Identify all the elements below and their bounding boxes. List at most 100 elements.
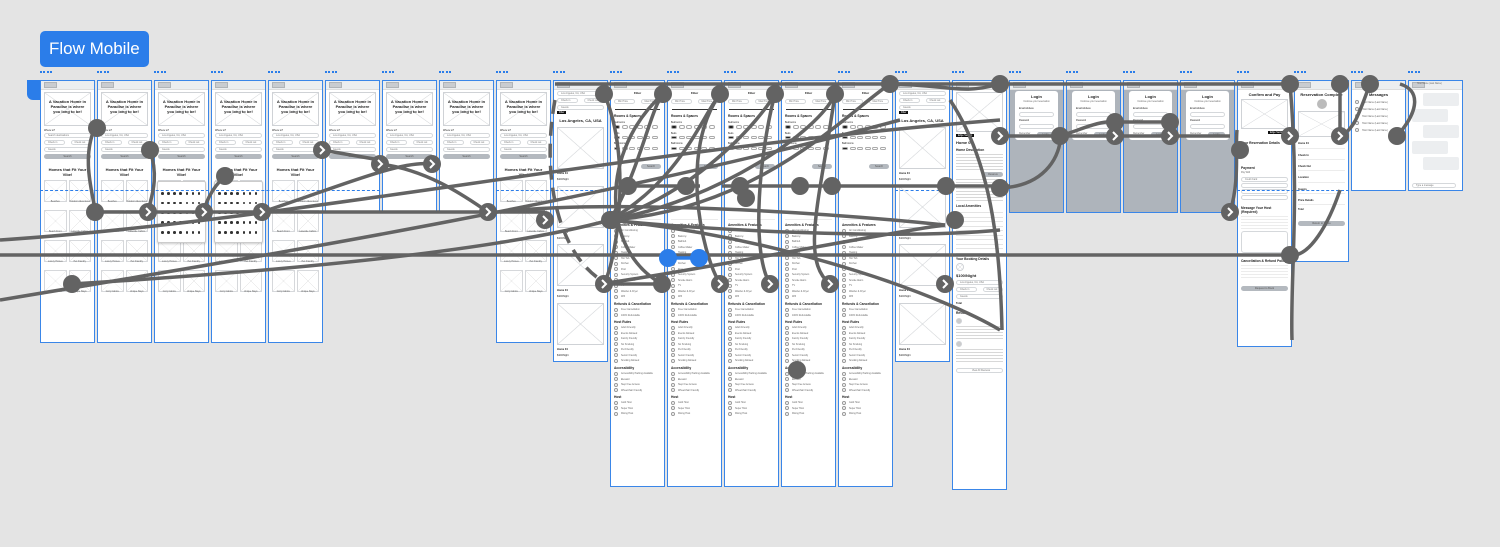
amenity-item[interactable]: Kitchen xyxy=(614,261,661,266)
calendar-day[interactable] xyxy=(236,221,239,224)
beds-option[interactable] xyxy=(864,135,871,140)
rule-item[interactable]: Adult Friendly xyxy=(728,325,775,330)
screen-messages[interactable]: Messages Host Name (Last Name) Host Name (… xyxy=(1351,80,1406,191)
category-card[interactable]: Beach Front xyxy=(101,209,124,233)
message-input[interactable]: Type a message xyxy=(1412,183,1456,188)
refund-item-checkbox[interactable] xyxy=(614,313,618,318)
calendar-day[interactable] xyxy=(197,201,201,205)
frame-menu-handle[interactable] xyxy=(1294,71,1306,74)
amenity-item[interactable]: Hot Tub xyxy=(785,256,832,261)
bathrooms-option[interactable] xyxy=(849,146,856,151)
calendar-day[interactable] xyxy=(236,231,239,234)
amenity-item[interactable]: Bathtub xyxy=(842,239,889,244)
amenity-item-checkbox[interactable] xyxy=(671,261,675,266)
calendar-day[interactable] xyxy=(218,192,221,195)
beds-option[interactable] xyxy=(849,135,856,140)
rule-item-checkbox[interactable] xyxy=(614,342,618,347)
view-all-reviews-button[interactable]: View All Reviews xyxy=(956,367,1003,373)
category-card[interactable]: Unique Stays xyxy=(524,269,547,293)
bathrooms-option[interactable] xyxy=(750,146,757,151)
amenity-item-checkbox[interactable] xyxy=(842,289,846,294)
amenity-item-checkbox[interactable] xyxy=(671,245,675,250)
calendar-day[interactable] xyxy=(173,211,176,215)
amenity-item-checkbox[interactable] xyxy=(842,283,846,288)
accessibility-item[interactable]: Accessibility Parking Available xyxy=(728,371,775,376)
host-item-checkbox[interactable] xyxy=(785,400,789,405)
screen-filter[interactable]: Filter Min Price Max Price Rooms & Spaces Be… xyxy=(724,80,779,487)
category-card[interactable]: Luxury Homes xyxy=(272,239,295,263)
rule-item-checkbox[interactable] xyxy=(671,353,675,358)
bathrooms-option[interactable] xyxy=(765,146,772,151)
host-item[interactable]: Super Host xyxy=(785,406,832,411)
category-card[interactable]: Pet Friendly xyxy=(125,239,148,263)
bedrooms-option[interactable] xyxy=(629,125,635,129)
bedrooms-selector[interactable] xyxy=(728,125,775,129)
filter-button[interactable]: Filter xyxy=(899,111,909,115)
frame-menu-handle[interactable] xyxy=(610,71,622,74)
amenity-item[interactable]: Kitchen xyxy=(671,261,718,266)
calendar-day[interactable] xyxy=(191,192,195,195)
category-card[interactable]: Unique Stays xyxy=(296,269,319,293)
refund-item[interactable]: 100% Refundable xyxy=(671,313,718,318)
calendar-day[interactable] xyxy=(254,231,258,234)
check-out-input[interactable]: Check out xyxy=(241,140,262,146)
location-field[interactable]: Los Angeles, CA, USA xyxy=(956,280,1003,286)
amenity-item-checkbox[interactable] xyxy=(842,294,846,299)
calendar-day[interactable] xyxy=(173,221,176,224)
amenity-item-checkbox[interactable] xyxy=(785,245,789,250)
apply-button[interactable]: Search xyxy=(641,164,661,170)
frame-menu-handle[interactable] xyxy=(895,71,907,74)
screen-home[interactable]: A Vacation Home in Paradise is where you… xyxy=(325,80,380,213)
beds-option[interactable] xyxy=(614,135,620,140)
rule-item-checkbox[interactable] xyxy=(728,342,732,347)
category-card[interactable]: Lakeside Cabins xyxy=(296,209,319,233)
screen-home[interactable]: A Vacation Home in Paradise is where you… xyxy=(211,80,266,343)
category-card[interactable]: Unique Stays xyxy=(182,269,205,293)
amenity-item[interactable]: Balcony xyxy=(728,234,775,239)
listing-image[interactable] xyxy=(899,127,946,170)
check-out-input[interactable]: Check out xyxy=(412,140,433,146)
rule-item-checkbox[interactable] xyxy=(671,347,675,352)
price-slider[interactable] xyxy=(615,108,660,110)
bathrooms-option[interactable] xyxy=(701,146,707,151)
amenity-item[interactable]: TV xyxy=(614,283,661,288)
amenity-item[interactable]: Air Conditioning xyxy=(614,228,661,233)
frame-menu-handle[interactable] xyxy=(40,71,52,74)
screen-home[interactable]: A Vacation Home in Paradise is where you… xyxy=(97,80,152,343)
frame-menu-handle[interactable] xyxy=(154,71,166,74)
amenity-item-checkbox[interactable] xyxy=(614,278,618,283)
calendar-day[interactable] xyxy=(224,221,227,224)
amenity-item-checkbox[interactable] xyxy=(728,239,732,244)
bathrooms-option[interactable] xyxy=(671,146,677,151)
check-out-input[interactable]: Check out xyxy=(184,140,205,146)
bedrooms-option[interactable] xyxy=(701,125,707,129)
rule-item-checkbox[interactable] xyxy=(671,358,675,363)
beds-option[interactable] xyxy=(678,135,685,140)
category-card[interactable]: Pet Friendly xyxy=(296,239,319,263)
amenity-item[interactable]: Pool xyxy=(671,267,718,272)
bathrooms-option[interactable] xyxy=(743,146,749,151)
screen-home[interactable]: A Vacation Home in Paradise is where you… xyxy=(496,80,551,343)
search-button[interactable]: Search xyxy=(500,154,547,160)
calendar-day[interactable] xyxy=(242,231,246,234)
host-item-checkbox[interactable] xyxy=(614,406,618,411)
max-price-input[interactable]: Max Price xyxy=(754,98,775,104)
guests-input[interactable]: Guests xyxy=(956,294,1003,300)
bedrooms-option[interactable] xyxy=(735,125,742,129)
amenity-item-checkbox[interactable] xyxy=(842,239,846,244)
search-button[interactable]: Search xyxy=(44,154,91,160)
frame-menu-handle[interactable] xyxy=(382,71,394,74)
bathrooms-option[interactable] xyxy=(815,146,821,151)
host-item-checkbox[interactable] xyxy=(842,400,846,405)
login-button[interactable]: Login xyxy=(1150,132,1168,138)
calendar-day[interactable] xyxy=(197,231,201,234)
email-input[interactable] xyxy=(1076,112,1111,118)
price-slider[interactable] xyxy=(672,108,717,110)
screen-home-detail[interactable]: Edge Section Home 04 Home Description Reser… xyxy=(952,80,1007,490)
category-card[interactable]: Luxury Homes xyxy=(44,239,67,263)
bathrooms-selector[interactable] xyxy=(785,146,832,151)
amenity-item-checkbox[interactable] xyxy=(785,261,789,266)
accessibility-item-checkbox[interactable] xyxy=(614,371,618,376)
rule-item[interactable]: Senior Friendly xyxy=(728,353,775,358)
accessibility-item-checkbox[interactable] xyxy=(614,382,618,387)
